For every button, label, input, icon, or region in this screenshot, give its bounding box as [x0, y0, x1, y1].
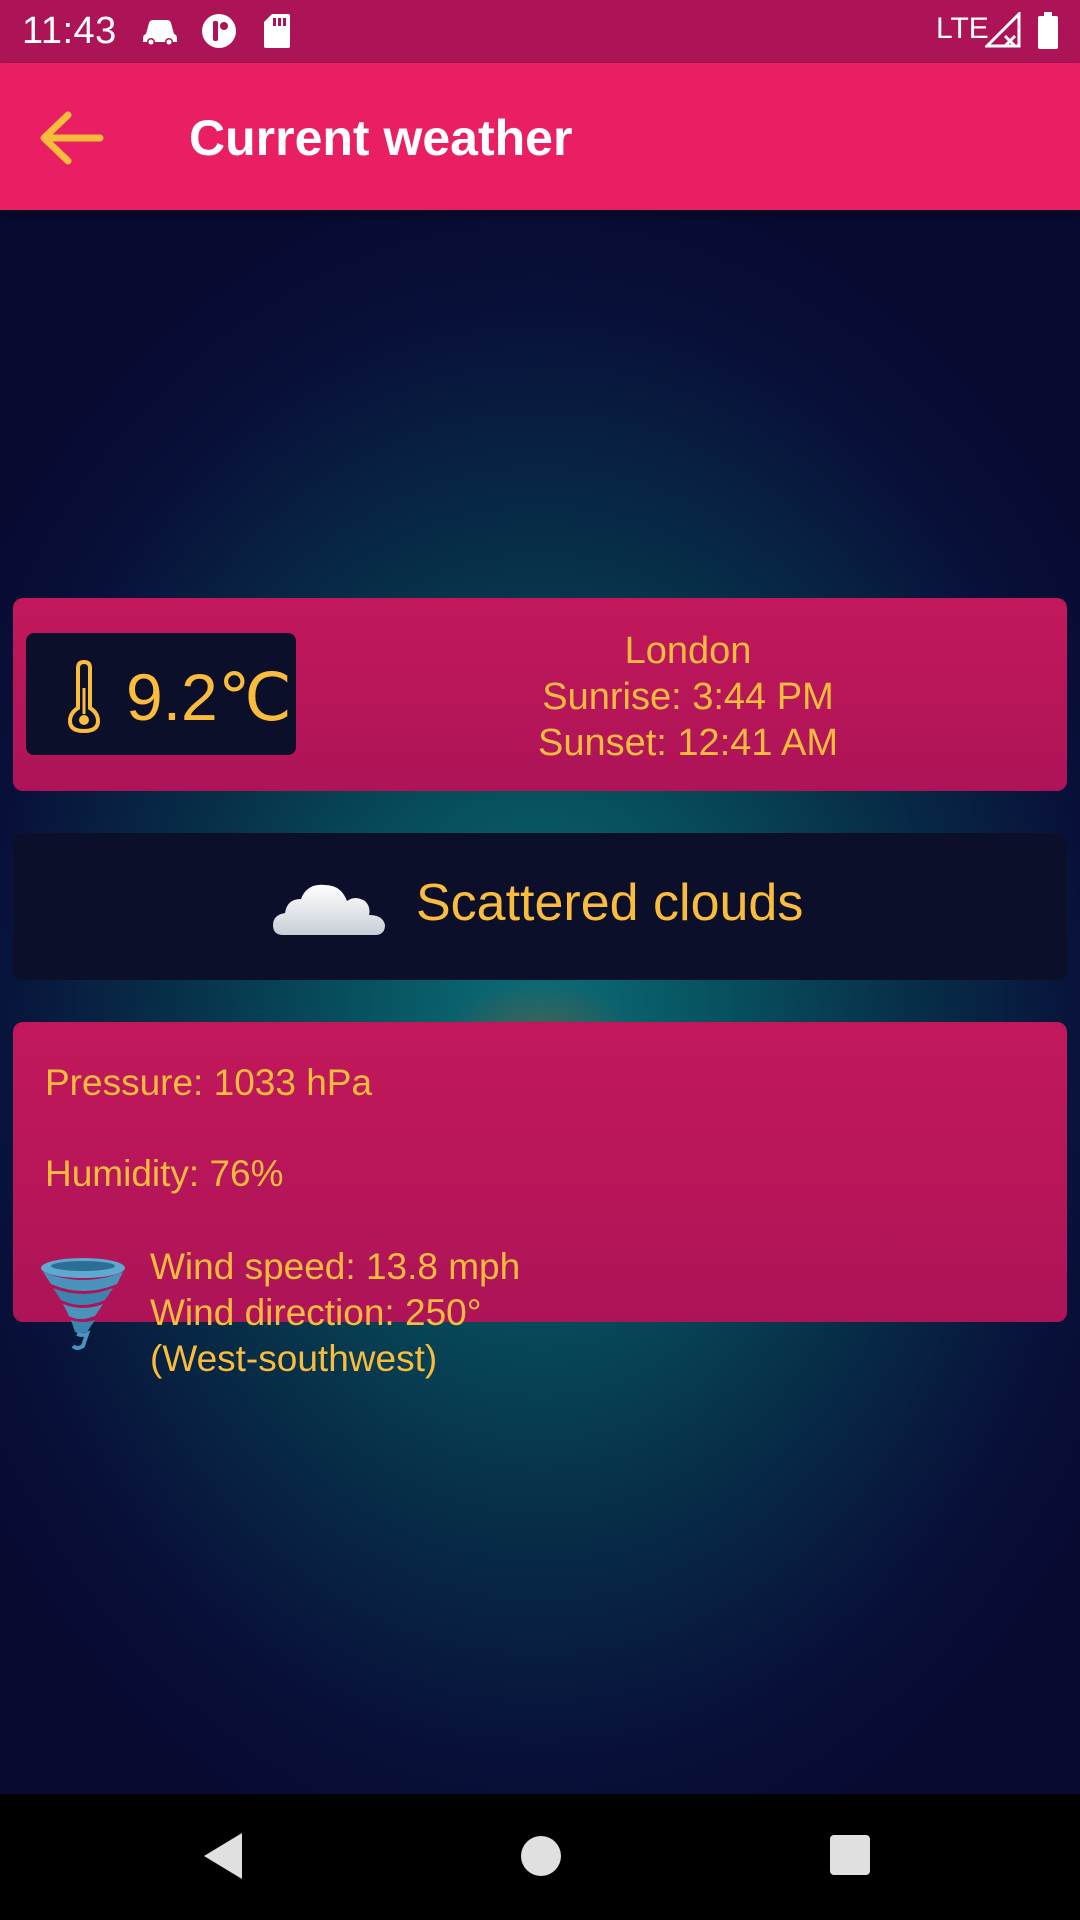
- arrow-back-icon: [40, 111, 104, 165]
- sunset-time: Sunset: 12:41 AM: [538, 722, 838, 764]
- car-icon: [140, 12, 180, 53]
- condition-text: Scattered clouds: [416, 874, 804, 932]
- wind-direction-name: (West-southwest): [150, 1338, 438, 1379]
- battery-icon: [1037, 12, 1059, 55]
- details-card: Pressure: 1033 hPa Humidity: 76% Wind sp…: [13, 1022, 1067, 1379]
- thermometer-icon: [67, 659, 101, 734]
- condition-card: Scattered clouds: [13, 833, 1067, 980]
- temperature-box: 9.2℃: [26, 633, 296, 755]
- wind-info: Wind speed: 13.8 mph Wind direction: 250…: [150, 1244, 520, 1382]
- pressure-value: Pressure: 1033 hPa: [45, 1062, 373, 1103]
- app-bar: Current weather: [0, 63, 1080, 210]
- sunrise-time: Sunrise: 3:44 PM: [542, 676, 834, 718]
- status-time: 11:43: [22, 10, 117, 52]
- system-nav-bar: [0, 1794, 1080, 1920]
- location-info: London Sunrise: 3:44 PM Sunset: 12:41 AM: [503, 628, 873, 766]
- city-name: London: [624, 630, 752, 672]
- network-type: LTE: [936, 12, 989, 45]
- status-bar: 11:43 LTE: [0, 0, 1080, 63]
- page-title: Current weather: [189, 110, 573, 166]
- sd-card-icon: [262, 12, 292, 55]
- signal-icon: [983, 10, 1021, 53]
- wind-speed: Wind speed: 13.8 mph: [150, 1246, 521, 1287]
- temperature-card: 9.2℃ London Sunrise: 3:44 PM Sunset: 12:…: [13, 598, 1067, 791]
- back-button[interactable]: [30, 103, 120, 173]
- humidity-value: Humidity: 76%: [45, 1153, 284, 1194]
- recents-nav-icon[interactable]: [829, 1834, 871, 1881]
- cloud-icon: [273, 884, 385, 935]
- weather-content: 9.2℃ London Sunrise: 3:44 PM Sunset: 12:…: [0, 210, 1080, 1794]
- notification-app-icon: [200, 12, 238, 55]
- home-nav-icon[interactable]: [519, 1834, 563, 1883]
- back-nav-icon[interactable]: [200, 1829, 248, 1888]
- temperature-value: 9.2℃: [126, 660, 292, 734]
- wind-direction: Wind direction: 250°: [150, 1292, 482, 1333]
- tornado-icon: [41, 1258, 125, 1350]
